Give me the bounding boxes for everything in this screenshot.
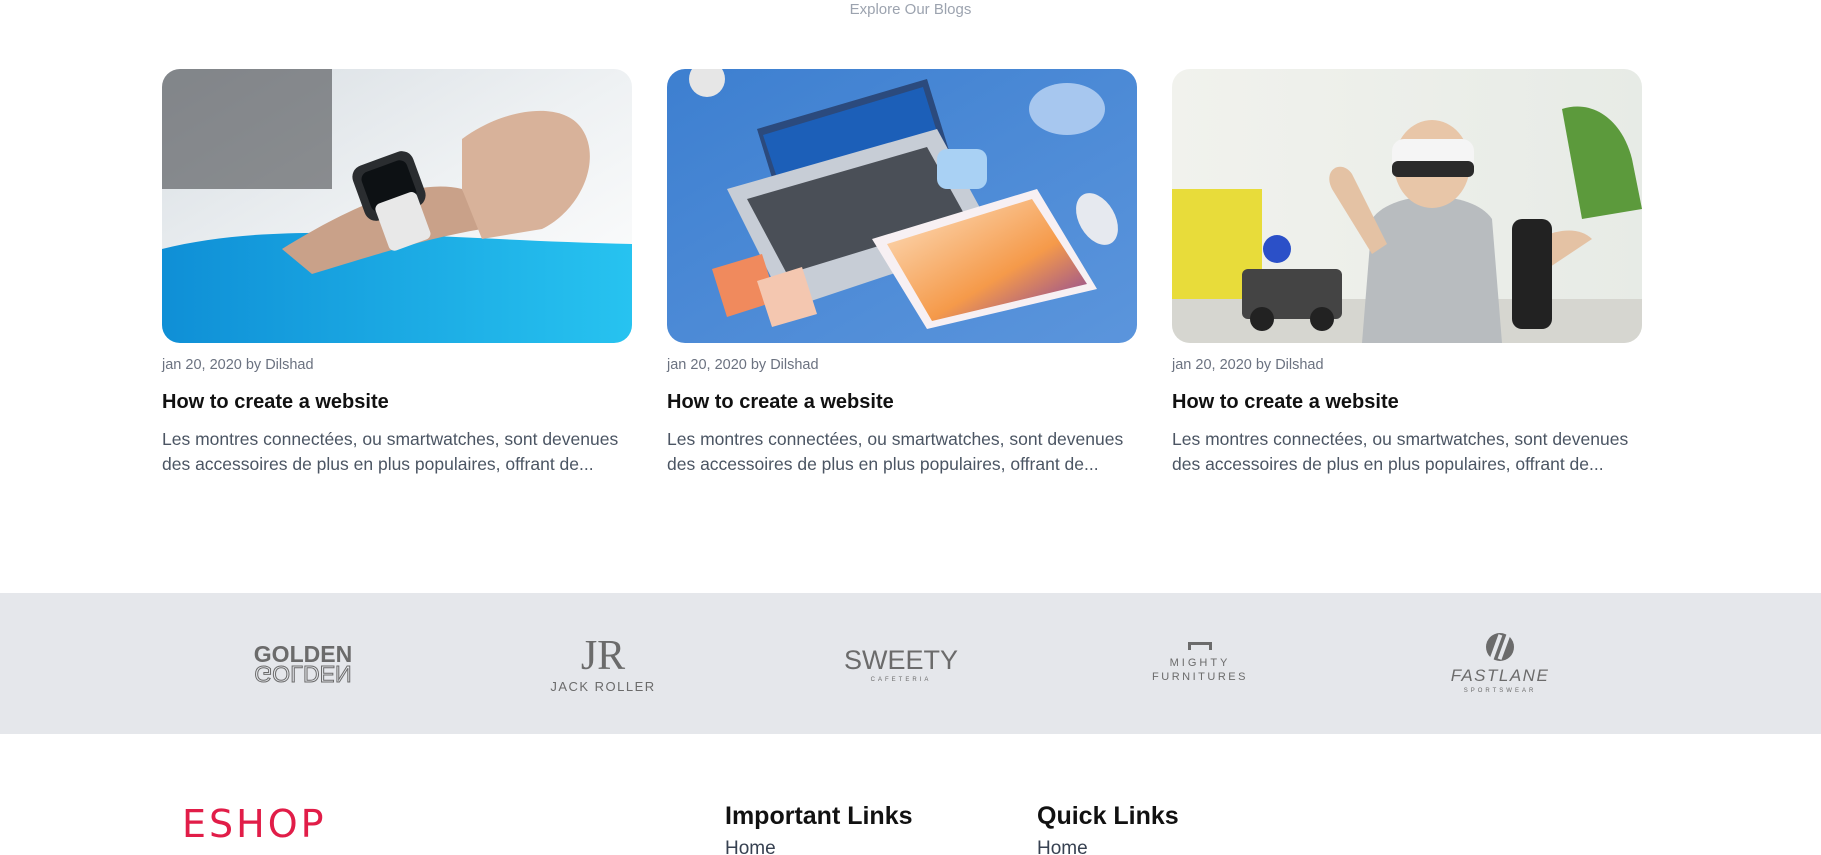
brand-logo-fastlane[interactable]: FASTLANE SPORTSWEAR (1420, 593, 1580, 734)
brand-logo-sweety[interactable]: SWEETY CAFETERIA (821, 593, 981, 734)
footer: ESHOP Important Links Home Quick Links H… (0, 734, 1821, 855)
brand-logo-golden[interactable]: GOLDEN GOLDEN (223, 593, 383, 734)
brand-name-mirror: GOLDEN (254, 661, 351, 687)
post-title[interactable]: How to create a website (667, 389, 1137, 415)
brand-logo-mighty-furnitures[interactable]: MIGHTY FURNITURES (1120, 593, 1280, 734)
blog-image-smartwatch[interactable] (162, 69, 632, 343)
brand-mark: JR (581, 633, 625, 679)
blog-card[interactable]: jan 20, 2020 by Dilshad How to create a … (1172, 69, 1642, 477)
important-links-heading: Important Links (725, 802, 913, 830)
post-excerpt: Les montres connectées, ou smartwatches,… (667, 429, 1124, 474)
post-title[interactable]: How to create a website (162, 389, 632, 415)
footer-link-home[interactable]: Home (725, 836, 913, 855)
brand-logo-jack-roller[interactable]: JR JACK ROLLER (523, 593, 683, 734)
footer-link-home[interactable]: Home (1037, 836, 1179, 855)
section-subtitle: Explore Our Blogs (849, 1, 972, 18)
quick-links-heading: Quick Links (1037, 802, 1179, 830)
brand-pre: MIGHTY (1170, 657, 1231, 669)
post-excerpt: Les montres connectées, ou smartwatches,… (1172, 429, 1629, 474)
post-meta: jan 20, 2020 by Dilshad (1172, 357, 1324, 373)
blog-grid: jan 20, 2020 by Dilshad How to create a … (162, 69, 1642, 477)
brand-name: SWEETY (844, 645, 958, 675)
post-meta: jan 20, 2020 by Dilshad (667, 357, 819, 373)
blog-card[interactable]: jan 20, 2020 by Dilshad How to create a … (667, 69, 1137, 477)
brand-sub: CAFETERIA (871, 677, 932, 683)
brand-name: JACK ROLLER (550, 679, 655, 694)
footer-quick-links: Quick Links Home (1037, 800, 1179, 855)
post-meta: jan 20, 2020 by Dilshad (162, 357, 314, 373)
post-excerpt: Les montres connectées, ou smartwatches,… (162, 429, 619, 474)
brand-sub: SPORTSWEAR (1464, 688, 1537, 694)
blog-image-laptop[interactable] (667, 69, 1137, 343)
footer-important-links: Important Links Home (725, 800, 913, 855)
footer-logo[interactable]: ESHOP (182, 802, 327, 846)
brand-name: FURNITURES (1152, 671, 1248, 683)
blog-image-vr[interactable] (1172, 69, 1642, 343)
brand-name: FASTLANE (1451, 666, 1550, 685)
post-title[interactable]: How to create a website (1172, 389, 1642, 415)
brand-strip: GOLDEN GOLDEN JR JACK ROLLER SWEETY CAFE… (0, 593, 1821, 734)
blog-card[interactable]: jan 20, 2020 by Dilshad How to create a … (162, 69, 632, 477)
